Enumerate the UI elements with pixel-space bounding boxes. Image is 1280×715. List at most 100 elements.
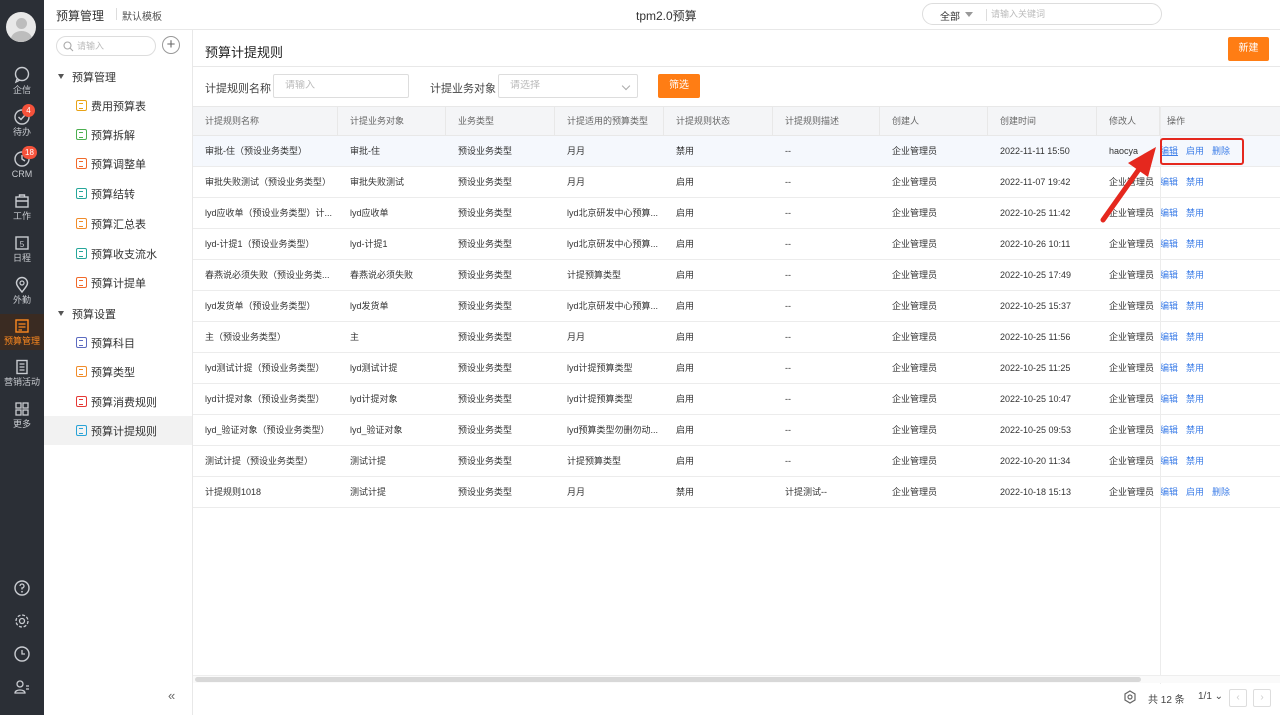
- table-row[interactable]: 主（预设业务类型） 主 预设业务类型 月月 启用 -- 企业管理员 2022-10-25 11…: [193, 322, 1280, 353]
- column-header[interactable]: 计提规则描述: [773, 107, 880, 137]
- table-row[interactable]: 测试计提（预设业务类型） 测试计提 预设业务类型 计提预算类型 启用 -- 企业管理员 202…: [193, 446, 1280, 477]
- action-link[interactable]: 禁用: [1186, 301, 1204, 311]
- table-row[interactable]: lyd计提对象（预设业务类型） lyd计提对象 预设业务类型 lyd计提预算类型 启用 -…: [193, 384, 1280, 415]
- column-header[interactable]: 业务类型: [446, 107, 555, 137]
- column-header[interactable]: 计提规则名称: [193, 107, 338, 137]
- nav-item-budget-split[interactable]: 预算拆解: [44, 120, 192, 149]
- divider: [116, 8, 117, 20]
- filter-name-input[interactable]: [285, 80, 397, 91]
- help-button[interactable]: [0, 579, 44, 601]
- column-header[interactable]: 创建时间: [988, 107, 1097, 137]
- column-header[interactable]: 计提业务对象: [338, 107, 446, 137]
- cell-type: 预设业务类型: [458, 332, 513, 342]
- action-link[interactable]: 启用: [1186, 487, 1204, 497]
- nav-item-expense-budget[interactable]: 费用预算表: [44, 91, 192, 120]
- divider: [986, 9, 987, 21]
- nav-group-budget-management[interactable]: 预算管理: [58, 69, 116, 87]
- action-link[interactable]: 编辑: [1160, 456, 1178, 466]
- app-name: tpm2.0预算: [636, 9, 697, 23]
- global-search-input[interactable]: [991, 6, 1151, 22]
- action-link[interactable]: 编辑: [1160, 239, 1178, 249]
- column-header[interactable]: 创建人: [880, 107, 988, 137]
- column-header[interactable]: 计提规则状态: [664, 107, 773, 137]
- nav-item-budget-summary[interactable]: 预算汇总表: [44, 209, 192, 238]
- prev-page-button[interactable]: ‹: [1229, 689, 1247, 707]
- rail-item-more[interactable]: 更多: [0, 400, 44, 438]
- column-header[interactable]: 修改人: [1097, 107, 1160, 137]
- action-link[interactable]: 禁用: [1186, 394, 1204, 404]
- action-link[interactable]: 禁用: [1186, 177, 1204, 187]
- filter-object-select[interactable]: [498, 74, 638, 98]
- action-link[interactable]: 编辑: [1160, 425, 1178, 435]
- rail-item-qixin[interactable]: 企信: [0, 66, 44, 104]
- action-link[interactable]: 编辑: [1160, 394, 1178, 404]
- sidebar-search[interactable]: [56, 36, 156, 56]
- search-scope-select[interactable]: 全部: [940, 8, 960, 23]
- action-link[interactable]: 删除: [1212, 487, 1230, 497]
- action-link[interactable]: 禁用: [1186, 456, 1204, 466]
- action-link[interactable]: 编辑: [1160, 270, 1178, 280]
- action-link[interactable]: 编辑: [1160, 363, 1178, 373]
- action-link[interactable]: 编辑: [1160, 487, 1178, 497]
- action-link[interactable]: 编辑: [1160, 208, 1178, 218]
- cell-budget_type: 月月: [567, 332, 586, 342]
- contacts-button[interactable]: [0, 678, 44, 700]
- column-header[interactable]: 计提适用的预算类型: [555, 107, 664, 137]
- cell-desc: --: [785, 332, 791, 342]
- user-avatar[interactable]: [6, 12, 36, 42]
- action-link[interactable]: 禁用: [1186, 363, 1204, 373]
- rail-item-crm[interactable]: 18 CRM: [0, 146, 44, 188]
- add-icon[interactable]: +: [162, 36, 180, 54]
- nav-item-budget-subject[interactable]: 预算科目: [44, 328, 192, 357]
- nav-item-budget-type[interactable]: 预算类型: [44, 357, 192, 386]
- rail-item-field[interactable]: 外勤: [0, 276, 44, 314]
- settings-gear-icon[interactable]: [1123, 690, 1137, 704]
- table-row[interactable]: lyd_验证对象（预设业务类型） lyd_验证对象 预设业务类型 lyd预算类型勿删勿…: [193, 415, 1280, 446]
- new-button[interactable]: 新建: [1228, 37, 1269, 61]
- table-row[interactable]: lyd测试计提（预设业务类型） lyd测试计提 预设业务类型 lyd计提预算类型 启用 -…: [193, 353, 1280, 384]
- nav-item-budget-carryover[interactable]: 预算结转: [44, 179, 192, 208]
- nav-item-budget-adjust[interactable]: 预算调整单: [44, 149, 192, 178]
- nav-item-budget-flow[interactable]: 预算收支流水: [44, 239, 192, 268]
- action-link[interactable]: 禁用: [1186, 425, 1204, 435]
- global-search[interactable]: 全部: [922, 3, 1162, 25]
- table-row[interactable]: 计提规则1018 测试计提 预设业务类型 月月 禁用 计提测试-- 企业管理员 2022-10…: [193, 477, 1280, 508]
- rail-item-marketing[interactable]: 营销活动: [0, 358, 44, 396]
- nav-group-budget-settings[interactable]: 预算设置: [58, 306, 116, 324]
- settings-button[interactable]: [0, 612, 44, 634]
- next-page-button[interactable]: ›: [1253, 689, 1271, 707]
- horizontal-scrollbar[interactable]: [193, 675, 1280, 683]
- history-button[interactable]: [0, 645, 44, 667]
- table-row[interactable]: lyd-计提1（预设业务类型） lyd-计提1 预设业务类型 lyd北京研发中心预算.…: [193, 229, 1280, 260]
- cell-creator: 企业管理员: [892, 425, 938, 435]
- cell-name: lyd_验证对象（预设业务类型）: [205, 425, 330, 435]
- action-link[interactable]: 禁用: [1186, 332, 1204, 342]
- nav-item-label: 费用预算表: [91, 101, 146, 113]
- nav-item-budget-accrual-doc[interactable]: 预算计提单: [44, 268, 192, 297]
- rail-item-work[interactable]: 工作: [0, 192, 44, 230]
- nav-item-accrual-rule[interactable]: 预算计提规则: [44, 416, 192, 445]
- action-link[interactable]: 编辑: [1160, 301, 1178, 311]
- table-row[interactable]: lyd发货单（预设业务类型） lyd发货单 预设业务类型 lyd北京研发中心预算...…: [193, 291, 1280, 322]
- cell-status: 启用: [676, 270, 695, 280]
- cell-creator: 企业管理员: [892, 301, 938, 311]
- action-link[interactable]: 禁用: [1186, 270, 1204, 280]
- sidebar-search-input[interactable]: [77, 39, 152, 53]
- template-selector[interactable]: 默认模板: [122, 8, 162, 23]
- nav-item-consumption-rule[interactable]: 预算消费规则: [44, 387, 192, 416]
- rail-item-budget[interactable]: 预算管理: [0, 314, 44, 350]
- action-link[interactable]: 编辑: [1160, 332, 1178, 342]
- rail-item-schedule[interactable]: 5 日程: [0, 234, 44, 272]
- action-link[interactable]: 禁用: [1186, 239, 1204, 249]
- filter-object-input[interactable]: [510, 80, 626, 91]
- table-row[interactable]: 春燕说必须失败（预设业务类... 春燕说必须失败 预设业务类型 计提预算类型 启用 -- 企…: [193, 260, 1280, 291]
- action-link[interactable]: 编辑: [1160, 177, 1178, 187]
- cell-desc: 计提测试--: [785, 487, 827, 497]
- page-select[interactable]: 1/1 ⌄: [1198, 691, 1223, 702]
- filter-name-field[interactable]: [273, 74, 409, 98]
- action-link[interactable]: 禁用: [1186, 208, 1204, 218]
- rail-item-todo[interactable]: 4 待办: [0, 104, 44, 146]
- scroll-thumb[interactable]: [195, 677, 1141, 682]
- filter-button[interactable]: 筛选: [658, 74, 700, 98]
- collapse-sidebar-icon[interactable]: «: [168, 688, 175, 703]
